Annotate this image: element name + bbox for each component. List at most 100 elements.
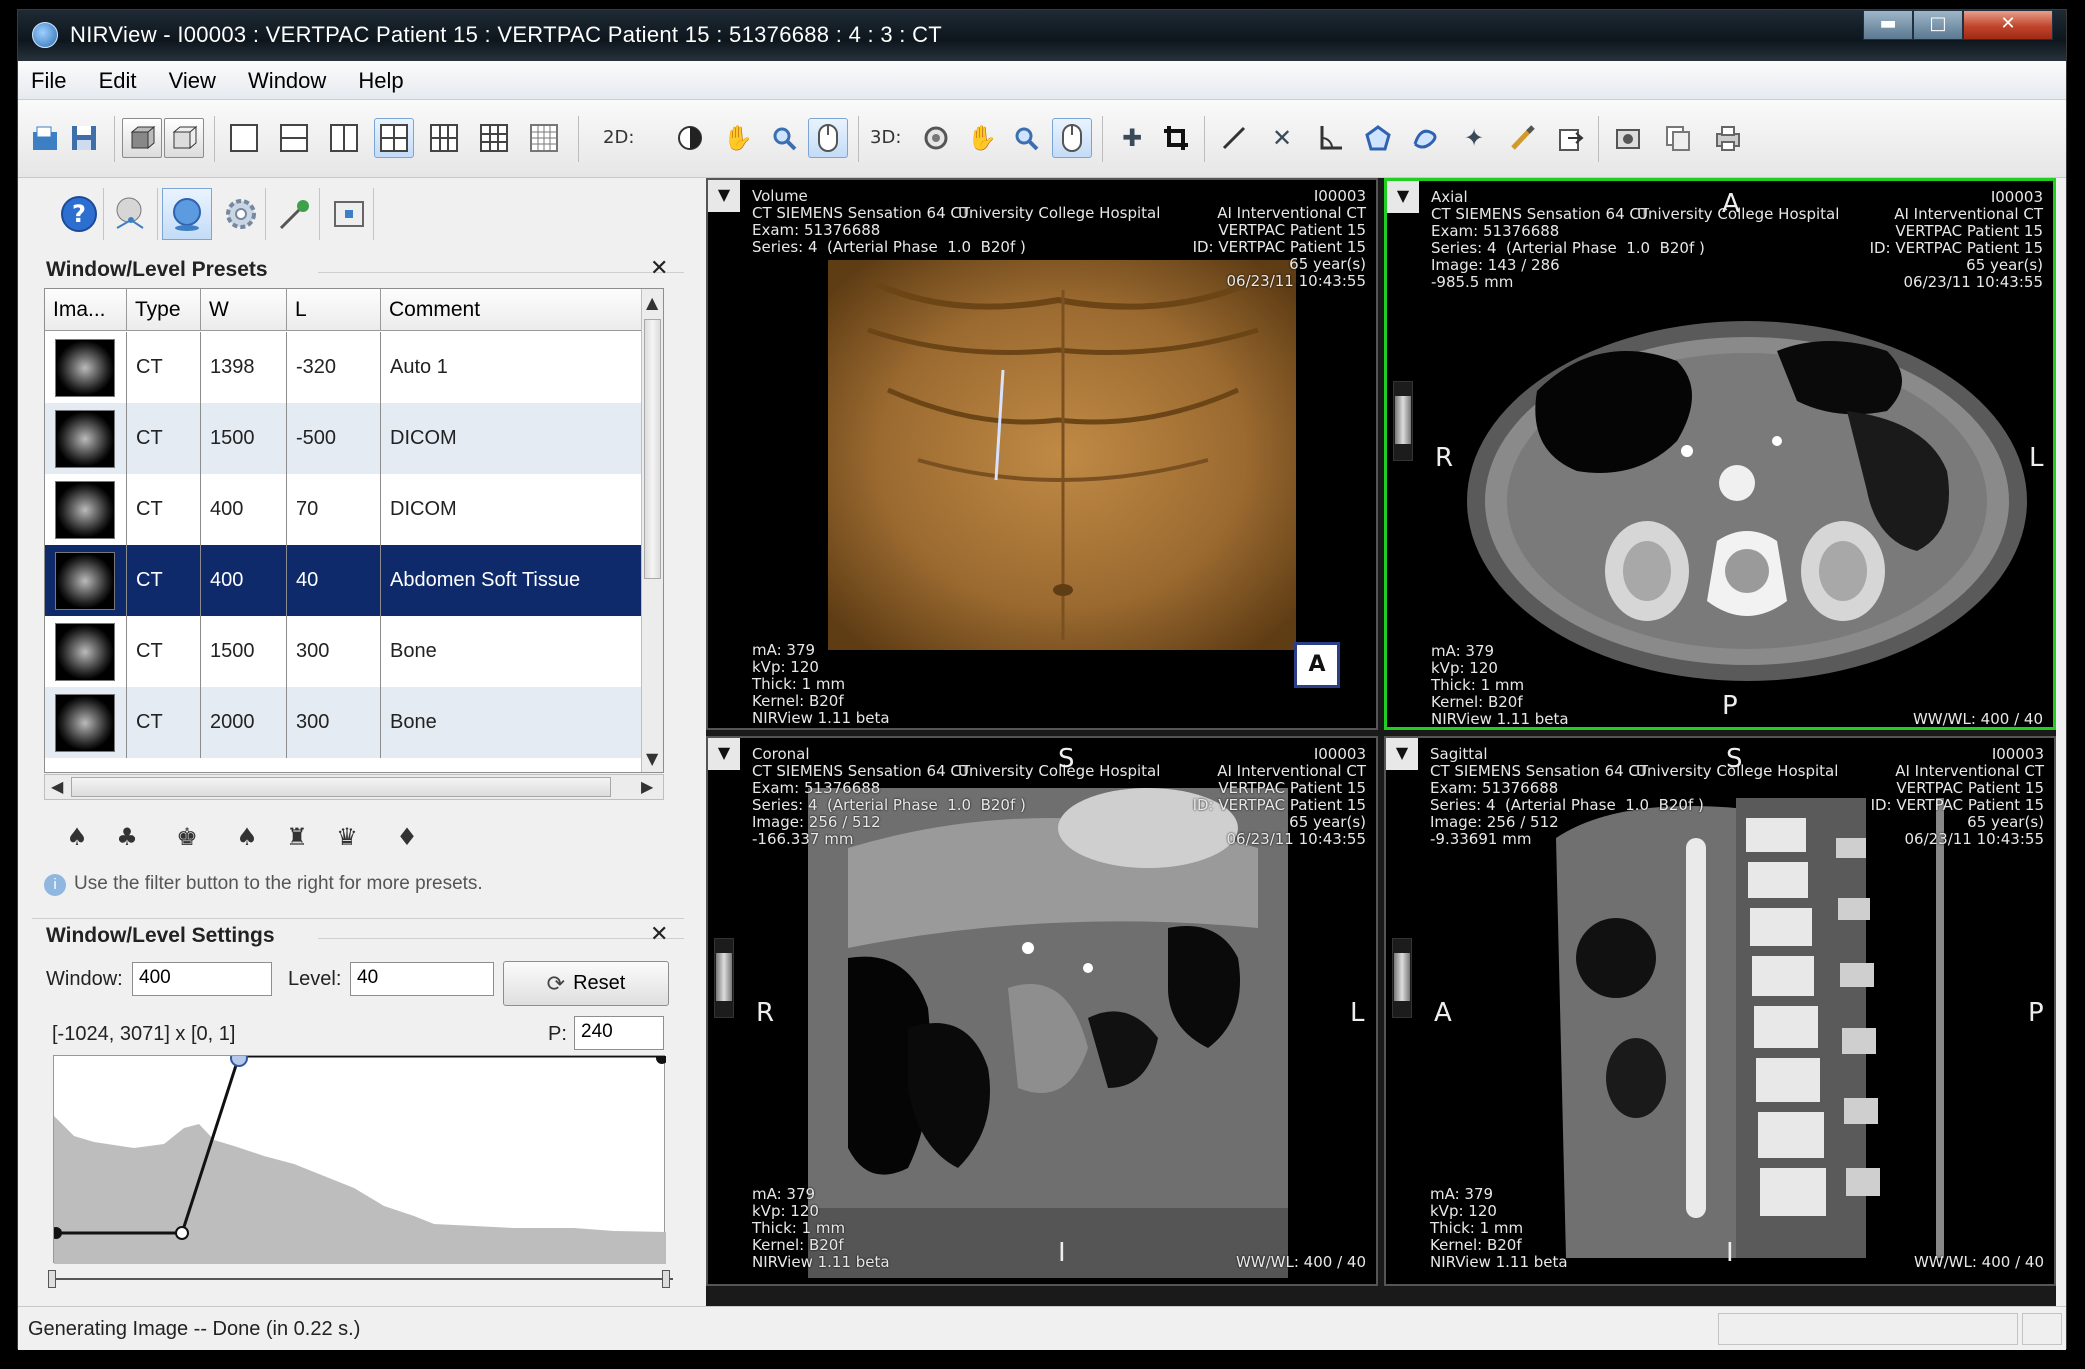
transfer-function-icon[interactable]: [108, 188, 158, 240]
settings-gear-icon[interactable]: [216, 188, 266, 240]
table-horizontal-scrollbar[interactable]: ◀ ▶: [44, 774, 664, 800]
close-icon[interactable]: ✕: [650, 922, 668, 947]
viewport-axial[interactable]: ▼ Axial CT SIEMENS Sensation 64 CT Exam:…: [1384, 178, 2056, 730]
mouse-2d-icon[interactable]: [808, 118, 848, 158]
close-window-button[interactable]: ✕: [1963, 10, 2053, 40]
reset-button[interactable]: ⟳ Reset: [503, 961, 669, 1006]
copy-image-icon[interactable]: [1658, 118, 1698, 158]
scroll-left-arrow-icon[interactable]: ◀: [51, 777, 63, 796]
column-header-comment[interactable]: Comment: [381, 289, 643, 331]
scroll-right-arrow-icon[interactable]: ▶: [641, 777, 653, 796]
pan-hand-3d-icon[interactable]: ✋: [962, 118, 1002, 158]
histogram-graph[interactable]: [50, 1049, 668, 1264]
menu-view[interactable]: View: [156, 61, 229, 100]
viewport-volume[interactable]: ▼ Volume CT SIEMENS Sensation 64 CT Exam…: [706, 178, 1378, 730]
transfer-function-range-slider[interactable]: [48, 1270, 673, 1288]
layout-1x2-icon[interactable]: [324, 118, 364, 158]
slice-slider[interactable]: [1393, 381, 1413, 461]
screenshot-icon[interactable]: [1608, 118, 1648, 158]
maximize-button[interactable]: □: [1913, 10, 1963, 40]
table-row[interactable]: CT 400 70 DICOM: [45, 474, 643, 545]
pan-hand-2d-icon[interactable]: ✋: [718, 118, 758, 158]
seed-point-icon[interactable]: ✦: [1454, 118, 1494, 158]
filter-ct-icon[interactable]: ♣: [110, 820, 144, 854]
layout-3d-1-icon[interactable]: [122, 118, 162, 158]
viewport-menu-button[interactable]: ▼: [708, 180, 740, 212]
scroll-thumb-horizontal[interactable]: [71, 777, 611, 797]
layout-4x4-icon[interactable]: [524, 118, 564, 158]
scroll-down-arrow-icon[interactable]: ▼: [646, 749, 658, 768]
transfer-function-editor[interactable]: [50, 1049, 668, 1264]
table-row[interactable]: CT 2000 300 Bone: [45, 687, 643, 758]
snapshot-icon[interactable]: [324, 188, 374, 240]
open-icon[interactable]: [26, 118, 66, 158]
scroll-thumb[interactable]: [644, 319, 661, 579]
minimize-button[interactable]: ▬: [1863, 10, 1913, 40]
slice-slider-knob[interactable]: [716, 953, 732, 1001]
slice-slider-knob[interactable]: [1395, 396, 1411, 444]
polygon-roi-icon[interactable]: [1358, 118, 1398, 158]
column-header-w[interactable]: W: [201, 289, 287, 331]
crop-icon[interactable]: [1156, 118, 1196, 158]
angle-tool-icon[interactable]: [1310, 118, 1350, 158]
resize-grip[interactable]: [2022, 1313, 2062, 1345]
close-icon[interactable]: ✕: [650, 256, 668, 281]
viewport-menu-button[interactable]: ▼: [1387, 181, 1419, 213]
slice-slider-knob[interactable]: [1394, 953, 1410, 1001]
rotate-3d-icon[interactable]: [916, 118, 956, 158]
menu-file[interactable]: File: [18, 61, 79, 100]
delete-measure-icon[interactable]: ✕: [1262, 118, 1302, 158]
save-icon[interactable]: [64, 118, 104, 158]
filter-mr-icon[interactable]: ♚: [170, 820, 204, 854]
pin-icon[interactable]: [270, 188, 320, 240]
filter-user-icon[interactable]: ♛: [330, 820, 364, 854]
table-row[interactable]: CT 400 40 Abdomen Soft Tissue: [45, 545, 643, 616]
layout-1x1-icon[interactable]: [224, 118, 264, 158]
window-input[interactable]: 400: [132, 962, 272, 996]
export-measure-icon[interactable]: [1550, 118, 1590, 158]
column-header-type[interactable]: Type: [127, 289, 201, 331]
layout-3x3-icon[interactable]: [474, 118, 514, 158]
level-input[interactable]: 40: [350, 962, 494, 996]
zoom-3d-icon[interactable]: [1006, 118, 1046, 158]
slice-slider[interactable]: [1392, 938, 1412, 1018]
p-input[interactable]: 240: [574, 1016, 664, 1050]
menu-edit[interactable]: Edit: [86, 61, 150, 100]
crosshair-tool-icon[interactable]: ✚: [1112, 118, 1152, 158]
layout-2x2-icon[interactable]: [374, 118, 414, 158]
layout-2x1-icon[interactable]: [274, 118, 314, 158]
table-row[interactable]: CT 1398 -320 Auto 1: [45, 332, 643, 403]
scroll-up-arrow-icon[interactable]: ▲: [646, 293, 658, 312]
cell-level: 300: [287, 616, 381, 687]
print-icon[interactable]: [1708, 118, 1748, 158]
range-min-handle[interactable]: [48, 1270, 56, 1288]
brush-icon[interactable]: [1502, 118, 1542, 158]
table-row[interactable]: CT 1500 -500 DICOM: [45, 403, 643, 474]
viewport-menu-button[interactable]: ▼: [708, 738, 740, 770]
layout-3d-2-icon[interactable]: [164, 118, 204, 158]
filter-dicom-icon[interactable]: ♜: [280, 820, 314, 854]
filter-auto-icon[interactable]: ♠: [230, 820, 264, 854]
viewport-sagittal[interactable]: ▼ Sagittal CT SIEMENS Sensation 64 CT Ex…: [1384, 736, 2056, 1286]
window-level-2d-icon[interactable]: [670, 118, 710, 158]
menu-help[interactable]: Help: [345, 61, 416, 100]
orientation-cube[interactable]: A: [1294, 642, 1340, 688]
range-max-handle[interactable]: [662, 1270, 670, 1288]
menu-window[interactable]: Window: [235, 61, 339, 100]
volume-render-icon[interactable]: [162, 188, 212, 240]
table-vertical-scrollbar[interactable]: ▲ ▼: [641, 289, 663, 772]
viewport-menu-button[interactable]: ▼: [1386, 738, 1418, 770]
filter-more-icon[interactable]: ♦: [390, 820, 424, 854]
slice-slider[interactable]: [714, 938, 734, 1018]
help-icon[interactable]: ?: [54, 188, 104, 240]
column-header-l[interactable]: L: [287, 289, 381, 331]
freehand-roi-icon[interactable]: [1406, 118, 1446, 158]
layout-3x2-icon[interactable]: [424, 118, 464, 158]
zoom-2d-icon[interactable]: [764, 118, 804, 158]
viewport-coronal[interactable]: ▼ Coronal CT SIEMENS Sensation 64 CT Exa…: [706, 736, 1378, 1286]
ruler-line-icon[interactable]: [1214, 118, 1254, 158]
filter-all-icon[interactable]: ♠: [60, 820, 94, 854]
mouse-3d-icon[interactable]: [1052, 118, 1092, 158]
table-row[interactable]: CT 1500 300 Bone: [45, 616, 643, 687]
column-header-image[interactable]: Ima...: [45, 289, 127, 331]
